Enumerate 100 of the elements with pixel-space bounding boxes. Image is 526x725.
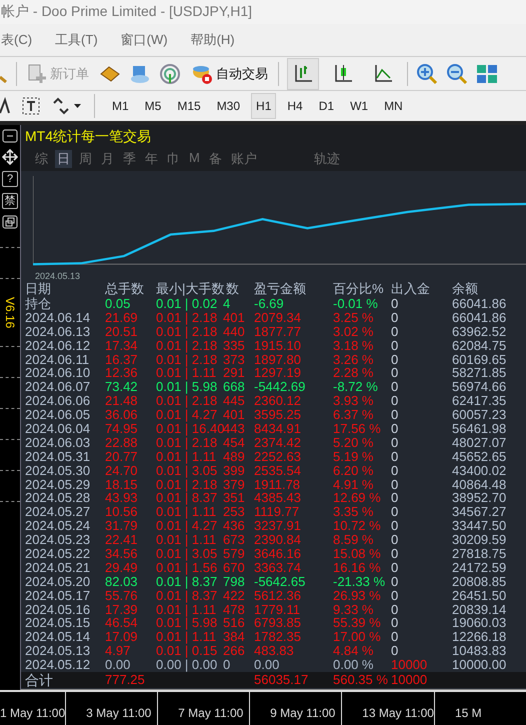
table-cell-text: 0.01 | 1.11 [156,533,218,548]
table-cell-text: 12.69 % [333,491,382,506]
table-cell-text: 6793.85 [254,616,302,630]
table-cell-text: 1897.80 [254,352,302,367]
table-cell-text: 443 [223,422,246,436]
zoom-in-icon[interactable] [416,62,438,84]
date-cell-text: 持仓 [25,297,52,311]
table-cell-text: 4.91 % [333,478,374,492]
tab[interactable]: 日 [55,150,72,168]
menu-item[interactable]: 窗口(W) [120,31,168,49]
date-cell-text: 2024.06.05 [25,408,92,422]
tab[interactable]: 账户 [228,150,259,168]
minimize-icon[interactable] [2,129,18,143]
table-cell-text: 0.01 | 2.18 [156,338,218,353]
date-cell-text: 2024.05.29 [25,478,92,492]
tab[interactable]: 月 [99,150,116,168]
tab[interactable]: 轨迹 [312,150,342,168]
table-cell-text: 60169.65 [452,352,508,367]
table-cell-text: 0 [391,324,400,339]
table-cell-text: 3.93 % [333,394,374,408]
tab[interactable]: 周 [77,150,94,168]
tab[interactable]: 年 [143,150,160,168]
table-cell-text: 55.39 % [333,616,382,630]
table-cell-text: 6.37 % [333,408,374,422]
table-cell-text: 26451.50 [452,588,508,603]
table-cell-text: 2360.12 [254,394,302,408]
table-cell-text: 10.56 [105,505,139,520]
table-cell-text: 43.93 [105,491,139,506]
table-cell-text: 62417.35 [452,394,508,408]
table-cell-text: 0.01 | 3.05 [156,464,218,478]
move-icon[interactable] [2,149,18,165]
timeframe-button[interactable]: W1 [345,93,374,119]
table-cell-text: 798 [223,574,246,589]
total-label: 合计 [25,673,54,688]
time-axis-label: 3 May 11:00 [65,692,158,725]
table-cell-text: 0 [391,422,400,436]
table-cell-text: -5442.69 [254,380,306,394]
table-cell-text: 0.01 | 1.11 [156,450,218,464]
timeframe-button[interactable]: M5 [140,93,166,119]
timeframe-button[interactable]: M1 [107,93,134,119]
menu-item[interactable]: 帮助(H) [190,31,235,49]
text-icon[interactable] [0,97,10,115]
table-cell-text: 4.84 % [333,644,374,658]
table-cell-text: 0.01 | 2.18 [156,436,218,450]
tile-windows-icon[interactable] [476,64,498,84]
timeframe-button[interactable]: D1 [314,93,340,119]
column-header: 日期 [25,282,52,296]
table-cell-text: 0 [391,491,400,506]
table-cell-text: 18.15 [105,478,139,492]
table-cell-text: 0 [391,436,400,450]
table-cell-text: 0 [391,616,400,630]
help-button[interactable]: ? [2,171,18,187]
tab[interactable]: 巾 [165,150,182,168]
restore-icon[interactable] [2,215,18,229]
timeframe-button[interactable]: H4 [282,93,308,119]
table-cell-text: 483.83 [254,644,295,658]
menu-item[interactable]: 表(C) [1,31,32,49]
time-axis-label: 1 May 11:00 [0,705,66,722]
timeframe-button[interactable]: M30 [212,93,246,119]
bar-chart-icon[interactable] [287,58,319,90]
table-cell-text: 16.16 % [333,560,382,575]
auto-trading-button[interactable]: 自动交易 [189,60,270,86]
date-cell-text: 2024.05.28 [25,491,92,506]
date-cell-text: 2024.05.23 [25,533,92,548]
table-cell-text: 66041.86 [452,297,508,311]
table-cell-text: 0 [391,478,400,492]
table-cell-text: 56974.66 [452,380,508,394]
column-header: 总手数 [105,282,145,296]
tab[interactable]: M [187,150,202,168]
table-cell-text: 291 [223,366,246,380]
menu-item[interactable]: 工具(T) [55,31,98,49]
timeframe-button[interactable]: M15 [172,93,206,119]
text-label-icon[interactable] [22,97,40,115]
table-cell-text: -8.72 % [333,380,379,394]
table-cell-text: 3.35 % [333,505,374,520]
table-cell-text: 3237.91 [254,519,302,534]
tab[interactable]: 备 [206,150,224,168]
table-cell-text: 2252.63 [254,450,302,464]
date-cell-text: 2024.05.30 [25,464,92,478]
ban-button[interactable]: 禁 [2,193,18,209]
date-cell-text: 2024.05.12 [25,658,92,672]
timeframe-button[interactable]: MN [379,93,408,119]
table-cell-text: 0.01 | 1.11 [156,505,218,520]
zoom-out-icon[interactable] [446,62,468,84]
table-cell-text: 516 [223,616,246,630]
table-cell-text: 0.01 | 2.18 [156,394,218,408]
table-cell-text: 10.72 % [333,519,382,534]
table-cell-text: 0 [391,519,400,534]
date-cell-text: 2024.06.11 [25,352,90,367]
tab[interactable]: 季 [121,150,138,168]
table-cell-text: 399 [223,464,246,478]
table-cell-text: 0.01 | 4.27 [156,408,218,422]
cloud-icon[interactable] [129,64,151,84]
signal-icon[interactable] [159,62,181,84]
tab[interactable]: 综 [33,150,50,168]
table-cell-text: 17.09 [105,630,139,644]
table-cell-text: 1779.11 [254,602,302,617]
timeframe-button[interactable]: H1 [251,93,276,119]
arrows-dropdown-icon[interactable] [52,97,82,115]
table-cell-text: 0.00 [105,658,132,672]
